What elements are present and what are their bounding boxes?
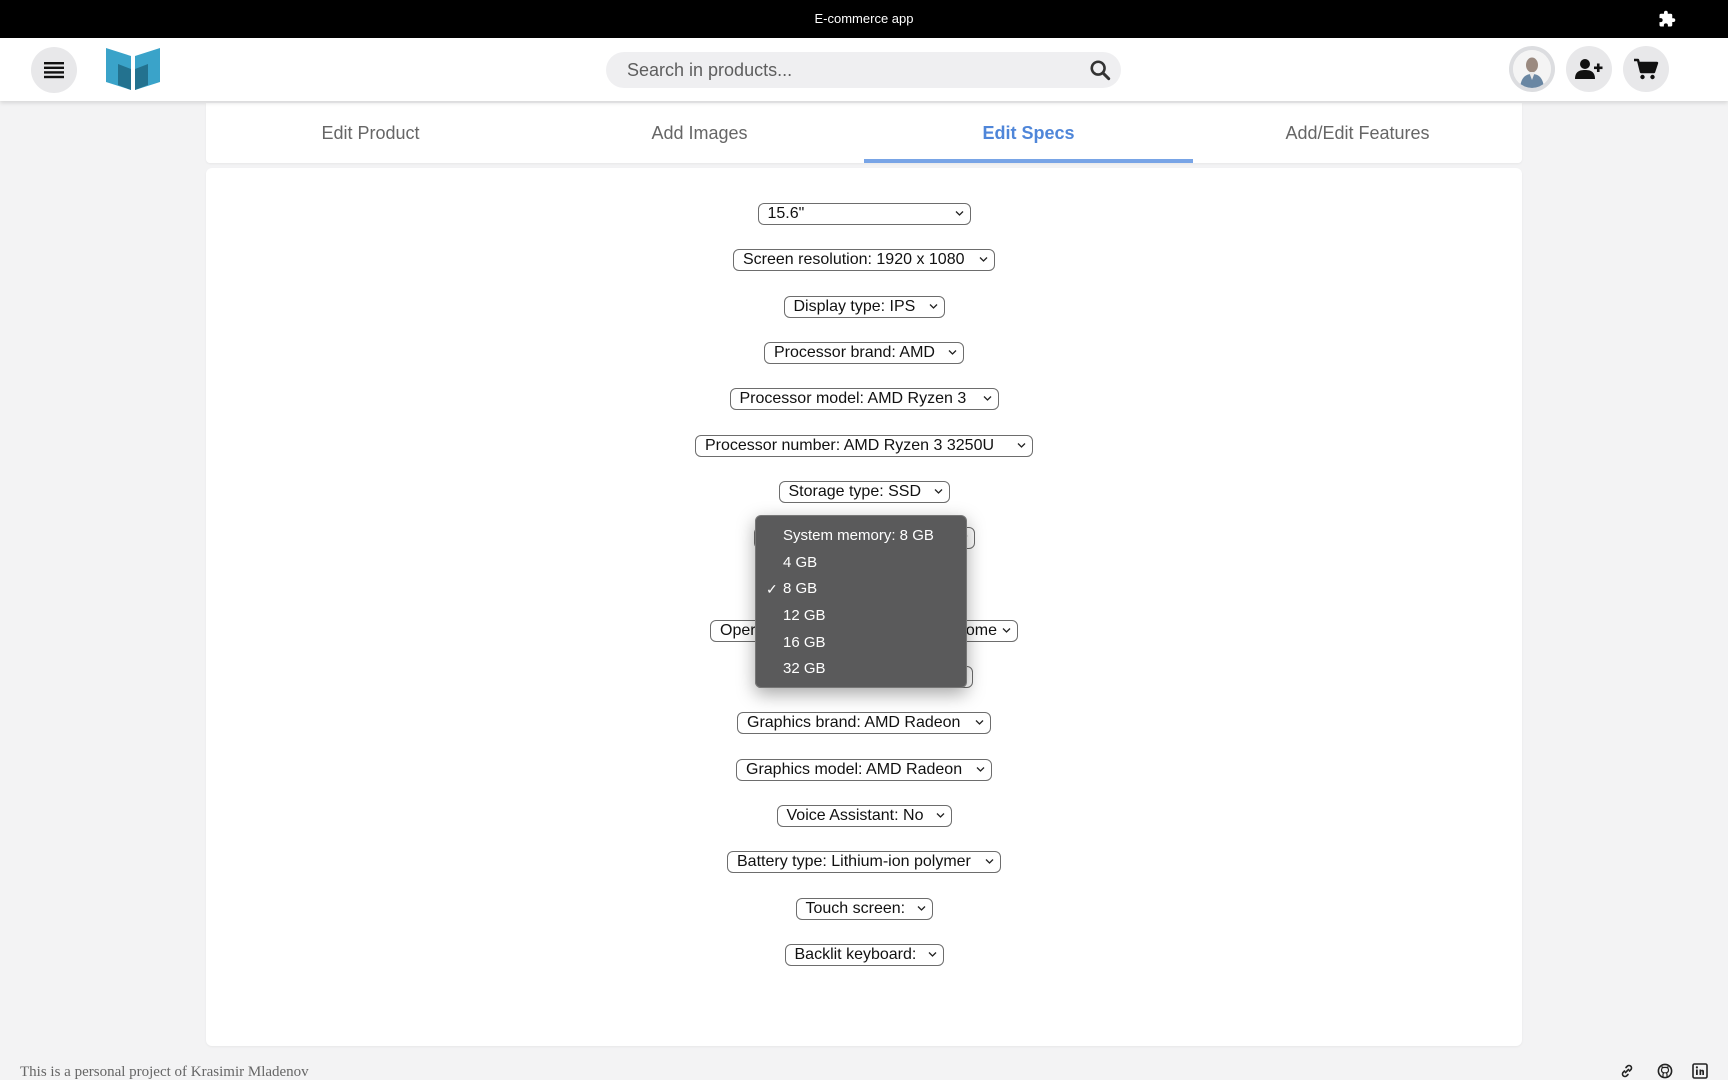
- display-type-select[interactable]: Display type: IPS: [783, 296, 945, 318]
- puzzle-icon[interactable]: [1658, 10, 1676, 28]
- spec-row: Graphics model: AMD Radeon: [0, 759, 1728, 781]
- tab-edit-specs[interactable]: Edit Specs: [864, 103, 1193, 163]
- edit-tabs: Edit Product Add Images Edit Specs Add/E…: [206, 103, 1522, 163]
- tab-add-edit-features[interactable]: Add/Edit Features: [1193, 103, 1522, 163]
- option-label: 4 GB: [783, 553, 818, 571]
- select-value: Oper: [720, 622, 756, 639]
- spec-row: Backlit keyboard:: [0, 944, 1728, 966]
- chevron-down-icon: [948, 350, 957, 355]
- dropdown-option[interactable]: 16 GB: [756, 630, 966, 657]
- cart-button[interactable]: [1623, 46, 1669, 92]
- search-icon[interactable]: [1089, 59, 1111, 81]
- spec-row: Processor model: AMD Ryzen 3: [0, 388, 1728, 410]
- option-label: 12 GB: [783, 607, 826, 625]
- dropdown-option-selected[interactable]: ✓ 8 GB: [756, 576, 966, 603]
- select-value: Display type: IPS: [793, 298, 916, 315]
- spec-row: Voice Assistant: No: [0, 805, 1728, 827]
- github-icon[interactable]: [1657, 1063, 1673, 1079]
- dropdown-option[interactable]: System memory: 8 GB: [756, 523, 966, 550]
- linkedin-icon[interactable]: [1692, 1063, 1708, 1079]
- window-title: E-commerce app: [814, 11, 914, 26]
- avatar-button[interactable]: [1509, 46, 1555, 92]
- chevron-down-icon: [985, 859, 994, 864]
- select-value: Battery type: Lithium-ion polymer: [737, 853, 971, 870]
- spec-row: Processor brand: AMD: [0, 342, 1728, 364]
- select-value: Backlit keyboard:: [794, 946, 917, 963]
- book-logo-icon[interactable]: [104, 44, 162, 92]
- spec-row: Screen resolution: 1920 x 1080: [0, 249, 1728, 271]
- spec-row: Battery type: Lithium-ion polymer: [0, 851, 1728, 873]
- dropdown-option[interactable]: 32 GB: [756, 656, 966, 683]
- dropdown-option[interactable]: 12 GB: [756, 603, 966, 630]
- chevron-down-icon: [934, 489, 942, 494]
- select-value: Storage type: SSD: [788, 483, 922, 500]
- chevron-down-icon: [983, 396, 991, 401]
- processor-number-select[interactable]: Processor number: AMD Ryzen 3 3250U: [695, 435, 1033, 457]
- chevron-down-icon: [1017, 443, 1026, 448]
- chevron-down-icon: [1002, 628, 1011, 633]
- select-value-suffix: ome: [965, 622, 997, 639]
- checkmark-icon: ✓: [766, 581, 778, 598]
- app-header: [0, 38, 1728, 101]
- dropdown-option[interactable]: 4 GB: [756, 550, 966, 577]
- spec-row: Touch screen:: [0, 898, 1728, 920]
- chevron-down-icon: [936, 813, 944, 818]
- option-label: 8 GB: [783, 580, 818, 598]
- processor-model-select[interactable]: Processor model: AMD Ryzen 3: [729, 388, 999, 410]
- battery-type-select[interactable]: Battery type: Lithium-ion polymer: [727, 851, 1001, 873]
- chevron-down-icon: [976, 767, 985, 772]
- option-label: 16 GB: [783, 633, 826, 651]
- touch-screen-select[interactable]: Touch screen:: [795, 898, 933, 920]
- spec-row: Graphics brand: AMD Radeon: [0, 712, 1728, 734]
- select-value: Touch screen:: [805, 900, 906, 917]
- processor-brand-select[interactable]: Processor brand: AMD: [764, 342, 964, 364]
- voice-assistant-select[interactable]: Voice Assistant: No: [776, 805, 952, 827]
- option-label: 32 GB: [783, 660, 826, 678]
- spec-row: Display type: IPS: [0, 296, 1728, 318]
- chevron-down-icon: [955, 211, 963, 216]
- cart-icon: [1634, 58, 1659, 80]
- chevron-down-icon: [979, 257, 988, 262]
- footer: This is a personal project of Krasimir M…: [0, 1060, 1728, 1080]
- search-input[interactable]: [606, 52, 1121, 88]
- tab-add-images[interactable]: Add Images: [535, 103, 864, 163]
- chevron-down-icon: [929, 304, 937, 309]
- spec-row: Processor number: AMD Ryzen 3 3250U: [0, 435, 1728, 457]
- link-icon[interactable]: [1619, 1063, 1635, 1079]
- select-value: Graphics brand: AMD Radeon: [747, 714, 961, 731]
- chevron-down-icon: [928, 952, 936, 957]
- backlit-keyboard-select[interactable]: Backlit keyboard:: [784, 944, 944, 966]
- select-value: Voice Assistant: No: [786, 807, 924, 824]
- search-bar: [606, 52, 1121, 88]
- select-value: 15.6": [767, 205, 805, 222]
- option-label: System memory: 8 GB: [783, 527, 934, 544]
- spec-row: Storage type: SSD: [0, 481, 1728, 503]
- graphics-model-select[interactable]: Graphics model: AMD Radeon: [736, 759, 992, 781]
- select-value: Screen resolution: 1920 x 1080: [743, 251, 965, 268]
- screen-size-select[interactable]: 15.6": [757, 203, 971, 225]
- window-titlebar: E-commerce app: [0, 0, 1728, 38]
- screen-resolution-select[interactable]: Screen resolution: 1920 x 1080: [733, 249, 995, 271]
- system-memory-dropdown: System memory: 8 GB 4 GB ✓ 8 GB 12 GB 16 …: [755, 515, 967, 688]
- hamburger-menu-icon: [44, 62, 64, 79]
- tab-edit-product[interactable]: Edit Product: [206, 103, 535, 163]
- spec-row: 15.6": [0, 203, 1728, 225]
- storage-type-select[interactable]: Storage type: SSD: [778, 481, 950, 503]
- select-value: Processor brand: AMD: [774, 344, 935, 361]
- avatar: [1513, 50, 1551, 88]
- select-value: Processor model: AMD Ryzen 3: [739, 390, 967, 407]
- add-user-icon: [1575, 59, 1603, 79]
- footer-text: This is a personal project of Krasimir M…: [20, 1064, 309, 1080]
- add-user-button[interactable]: [1566, 46, 1612, 92]
- select-value: Graphics model: AMD Radeon: [746, 761, 963, 778]
- menu-button[interactable]: [31, 47, 77, 93]
- graphics-brand-select[interactable]: Graphics brand: AMD Radeon: [737, 712, 991, 734]
- select-value: Processor number: AMD Ryzen 3 3250U: [705, 437, 995, 454]
- chevron-down-icon: [917, 906, 925, 911]
- user-avatar-icon: [1513, 50, 1551, 88]
- chevron-down-icon: [975, 720, 984, 725]
